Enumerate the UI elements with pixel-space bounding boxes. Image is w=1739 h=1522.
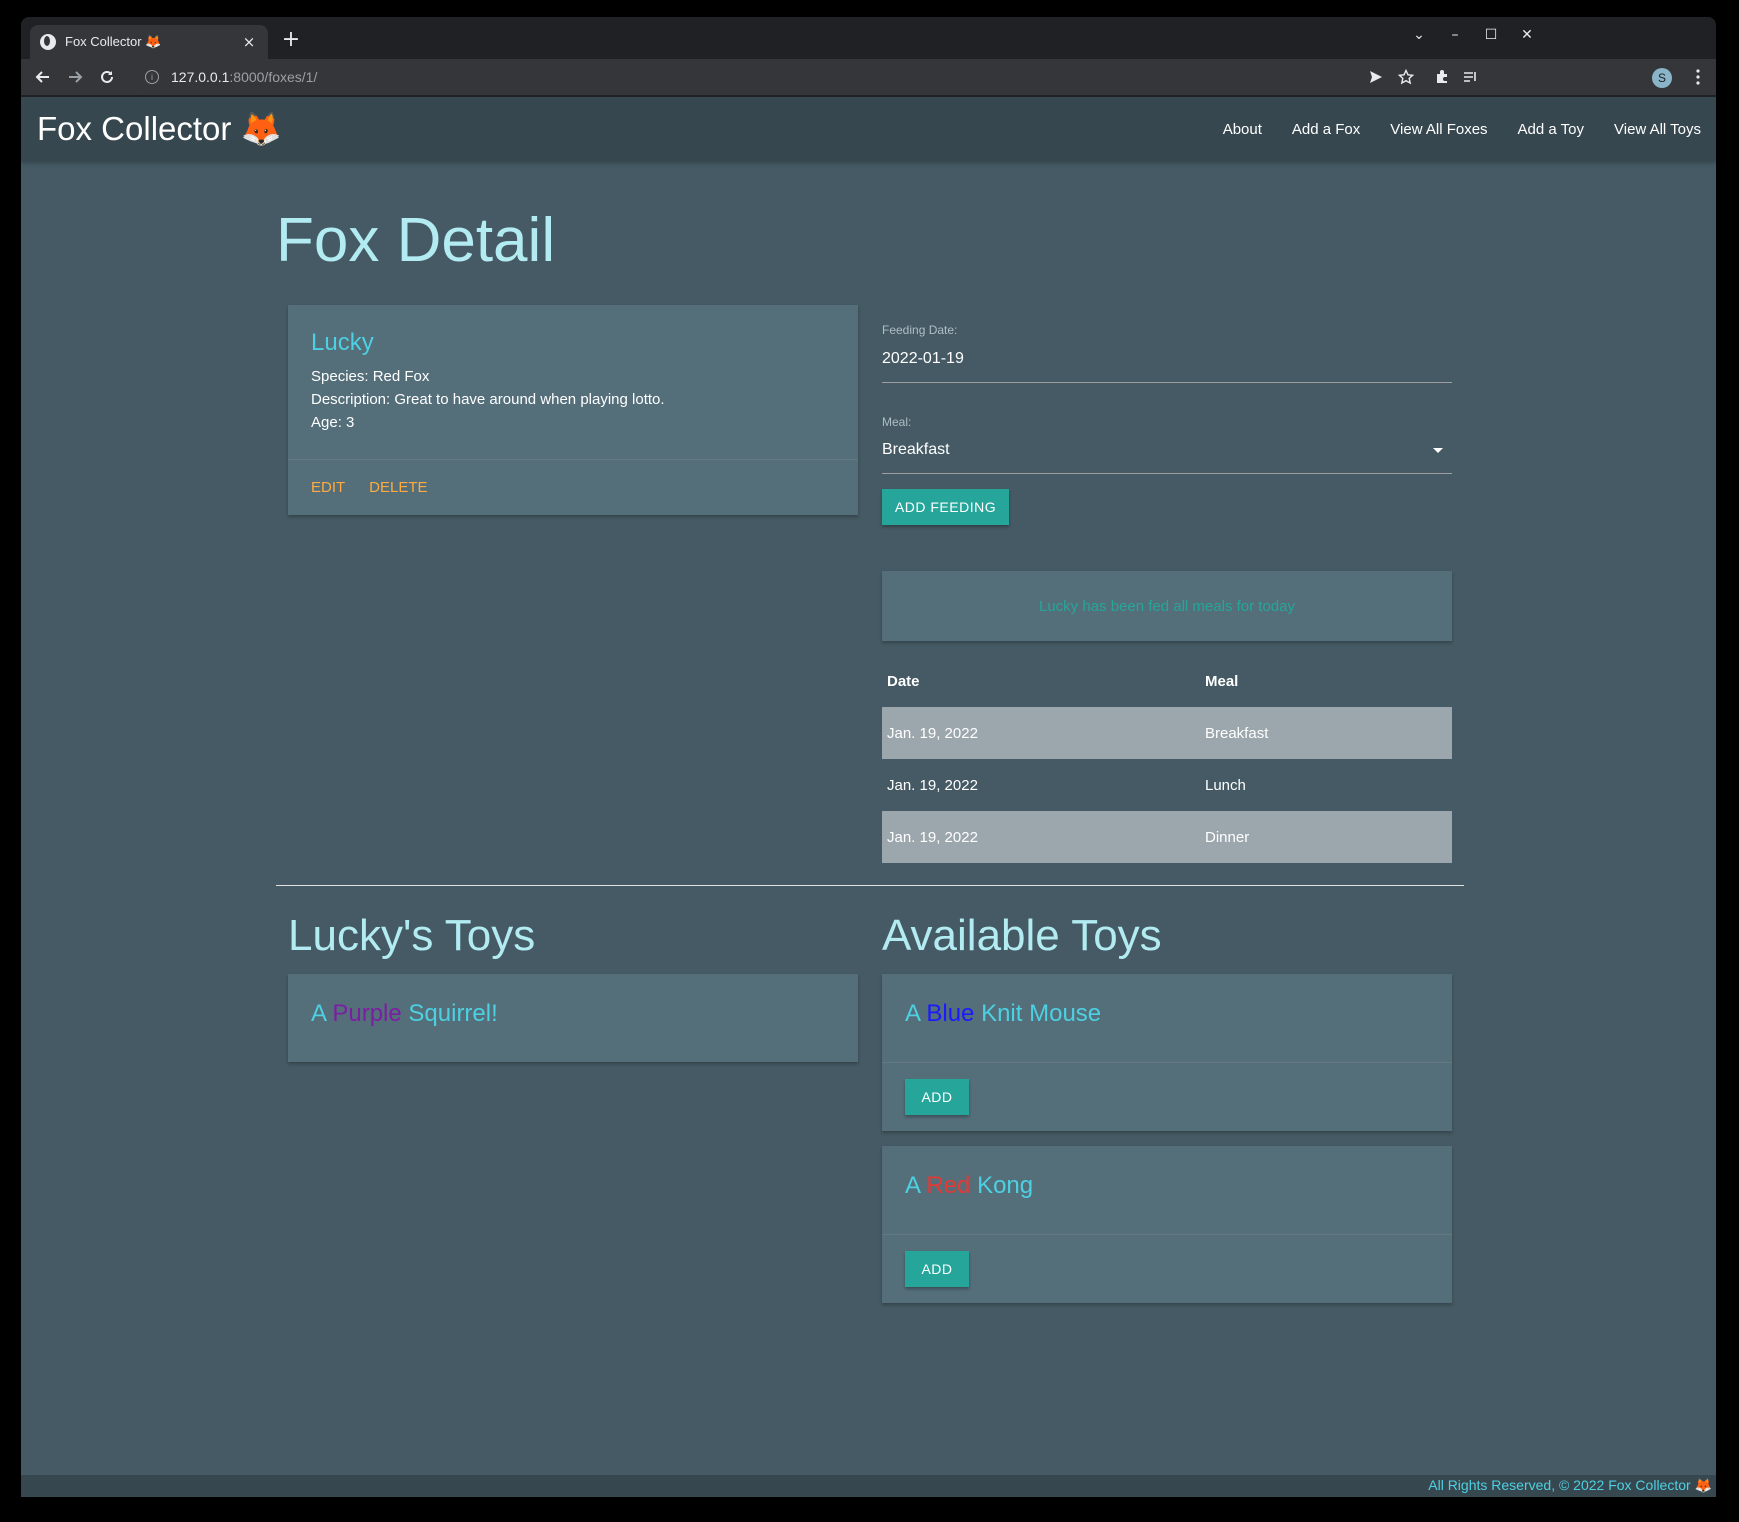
available-toys-title: Available Toys — [882, 911, 1162, 960]
toy-title: A Purple Squirrel! — [311, 1000, 835, 1028]
nav-link-add-fox[interactable]: Add a Fox — [1292, 121, 1360, 138]
table-row: Jan. 19, 2022 Lunch — [882, 759, 1452, 811]
url-host: 127.0.0.1 — [171, 69, 230, 85]
row-meal: Lunch — [1205, 776, 1246, 794]
menu-kebab-icon[interactable] — [1685, 64, 1711, 90]
fox-card-actions: EDIT DELETE — [288, 459, 858, 515]
table-row: Jan. 19, 2022 Dinner — [882, 811, 1452, 863]
header-date: Date — [887, 672, 920, 690]
fox-age: Age: 3 — [311, 414, 355, 431]
fox-card: Lucky Species: Red Fox Description: Grea… — [288, 305, 858, 515]
toy-actions: ADD — [882, 1234, 1452, 1302]
feeding-notice-text: Lucky has been fed all meals for today — [1039, 597, 1295, 615]
new-tab-button[interactable]: + — [279, 29, 303, 51]
nav-link-add-toy[interactable]: Add a Toy — [1518, 121, 1584, 138]
nav-link-view-toys[interactable]: View All Toys — [1614, 121, 1701, 138]
toy-title: A Red Kong — [905, 1172, 1429, 1200]
edit-fox-link[interactable]: EDIT — [311, 479, 345, 496]
toy-color-word: Purple — [332, 1000, 402, 1027]
toy-prefix: A — [905, 1000, 920, 1027]
browser-window: Fox Collector 🦊 × + ⌄ – ☐ ✕ i 127.0.0.1:… — [21, 17, 1716, 1497]
tab-search-icon[interactable]: ⌄ — [1407, 27, 1431, 43]
toy-actions: ADD — [882, 1062, 1452, 1130]
add-toy-button[interactable]: ADD — [905, 1251, 969, 1287]
row-meal: Breakfast — [1205, 724, 1269, 742]
toy-name: Kong — [977, 1172, 1034, 1199]
toy-title: A Blue Knit Mouse — [905, 1000, 1429, 1028]
reading-list-icon[interactable] — [1457, 64, 1483, 90]
toy-prefix: A — [311, 1000, 326, 1027]
back-arrow-icon[interactable] — [30, 64, 56, 90]
maximize-icon[interactable]: ☐ — [1479, 27, 1503, 43]
site-navbar: Fox Collector 🦊 About Add a Fox View All… — [21, 97, 1716, 161]
fox-description: Description: Great to have around when p… — [311, 391, 665, 408]
footer-text: All Rights Reserved, © 2022 Fox Collecto… — [1428, 1477, 1712, 1493]
meal-underline — [882, 473, 1452, 474]
feeding-date-label: Feeding Date: — [882, 323, 958, 337]
profile-avatar[interactable]: S — [1652, 68, 1672, 88]
send-icon[interactable] — [1363, 64, 1389, 90]
tab-title: Fox Collector 🦊 — [65, 34, 162, 49]
table-header: Date Meal — [882, 655, 1452, 707]
delete-fox-link[interactable]: DELETE — [369, 479, 427, 496]
toy-color-word: Blue — [926, 1000, 975, 1027]
globe-icon — [40, 34, 56, 50]
meal-select[interactable]: Breakfast — [882, 441, 950, 459]
available-toy-card: A Blue Knit Mouse ADD — [882, 974, 1452, 1131]
fox-name: Lucky — [311, 329, 374, 356]
row-date: Jan. 19, 2022 — [887, 724, 978, 742]
meal-label: Meal: — [882, 415, 912, 429]
minimize-icon[interactable]: – — [1443, 27, 1467, 43]
browser-toolbar: i 127.0.0.1:8000/foxes/1/ S — [21, 59, 1716, 95]
section-divider — [276, 885, 1464, 886]
forward-arrow-icon[interactable] — [62, 64, 88, 90]
browser-tab[interactable]: Fox Collector 🦊 × — [30, 25, 268, 59]
toy-color-word: Red — [926, 1172, 971, 1199]
reload-icon[interactable] — [94, 64, 120, 90]
nav-link-about[interactable]: About — [1223, 121, 1262, 138]
page-title: Fox Detail — [276, 206, 556, 275]
brand-logo[interactable]: Fox Collector 🦊 — [37, 109, 282, 149]
feeding-date-underline — [882, 382, 1452, 383]
row-date: Jan. 19, 2022 — [887, 776, 978, 794]
toy-prefix: A — [905, 1172, 920, 1199]
add-feeding-button[interactable]: ADD FEEDING — [882, 489, 1009, 525]
row-date: Jan. 19, 2022 — [887, 828, 978, 846]
page-footer: All Rights Reserved, © 2022 Fox Collecto… — [21, 1475, 1716, 1497]
owned-toy-card: A Purple Squirrel! — [288, 974, 858, 1062]
toy-name: Knit Mouse — [981, 1000, 1102, 1027]
table-row: Jan. 19, 2022 Breakfast — [882, 707, 1452, 759]
feeding-date-input[interactable]: 2022-01-19 — [882, 350, 964, 368]
nav-links: About Add a Fox View All Foxes Add a Toy… — [1193, 97, 1701, 161]
tab-strip: Fox Collector 🦊 × + ⌄ – ☐ ✕ — [21, 17, 1716, 59]
feeding-notice-card: Lucky has been fed all meals for today — [882, 571, 1452, 641]
url-path: :8000/foxes/1/ — [229, 69, 318, 85]
feedings-table: Date Meal Jan. 19, 2022 Breakfast Jan. 1… — [882, 655, 1452, 863]
row-meal: Dinner — [1205, 828, 1250, 846]
bookmark-star-icon[interactable] — [1393, 64, 1419, 90]
fox-species: Species: Red Fox — [311, 368, 430, 385]
add-toy-button[interactable]: ADD — [905, 1079, 969, 1115]
toy-name: Squirrel! — [408, 1000, 498, 1027]
chevron-down-icon[interactable] — [1433, 448, 1443, 453]
address-bar[interactable]: i 127.0.0.1:8000/foxes/1/ — [133, 62, 1458, 92]
available-toy-card: A Red Kong ADD — [882, 1146, 1452, 1303]
site-info-icon[interactable]: i — [145, 70, 159, 84]
nav-link-view-foxes[interactable]: View All Foxes — [1390, 121, 1487, 138]
header-meal: Meal — [1205, 672, 1239, 690]
owned-toys-title: Lucky's Toys — [288, 911, 536, 960]
tab-close-icon[interactable]: × — [240, 33, 258, 51]
page-viewport: Fox Collector 🦊 About Add a Fox View All… — [21, 97, 1716, 1497]
extensions-puzzle-icon[interactable] — [1429, 64, 1455, 90]
close-window-icon[interactable]: ✕ — [1515, 27, 1539, 43]
